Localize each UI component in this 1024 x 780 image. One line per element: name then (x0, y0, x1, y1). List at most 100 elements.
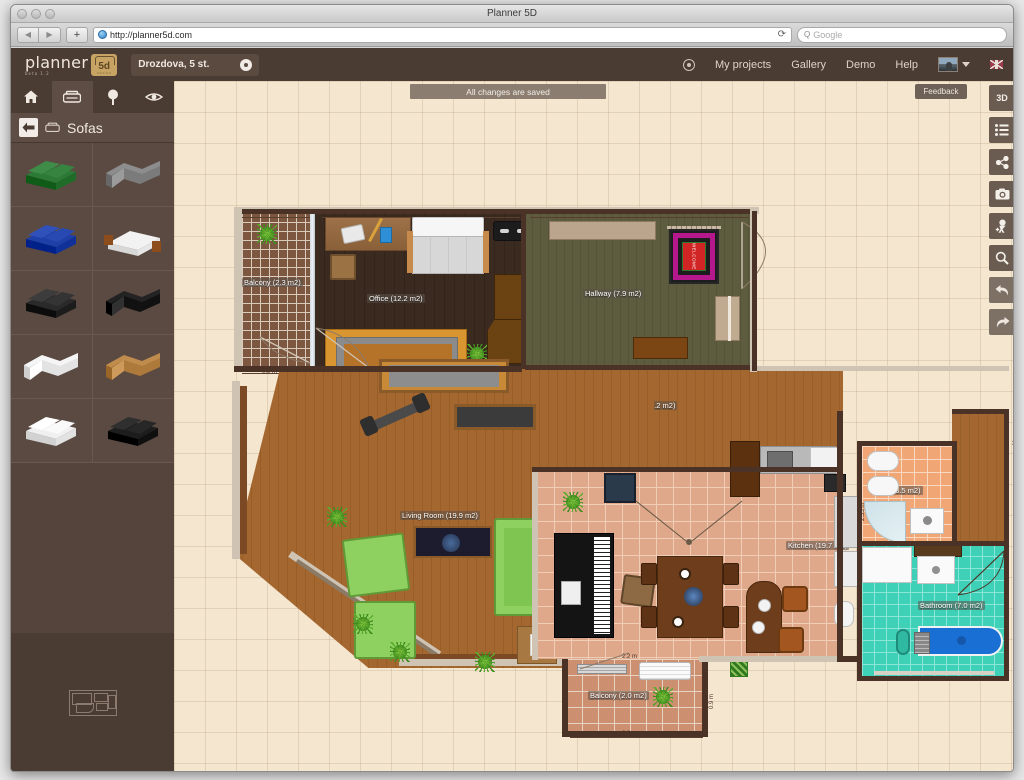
plant-balcony-bottom[interactable] (652, 686, 674, 708)
furniture-item-white-corner-sofa[interactable] (11, 335, 93, 399)
kitchen-bar[interactable] (746, 581, 782, 653)
furniture-item-black-sofa[interactable] (11, 271, 93, 335)
address-bar[interactable]: http://planner5d.com ⟳ (93, 26, 792, 43)
bathroom-vanity[interactable] (862, 547, 912, 583)
forward-button[interactable]: ▶ (39, 26, 61, 43)
furniture-item-tan-modular-sofa[interactable] (92, 335, 174, 399)
toilet-bidet[interactable] (867, 476, 899, 496)
undo-button[interactable] (989, 277, 1013, 303)
dining-chair-r2[interactable] (723, 606, 739, 628)
back-button[interactable]: ◀ (17, 26, 39, 43)
back-icon[interactable] (19, 118, 38, 137)
plant-balcony-top[interactable] (256, 223, 278, 245)
dining-chair-r1[interactable] (723, 563, 739, 585)
hallway-sideboard[interactable] (633, 337, 688, 359)
living-tv-bench[interactable] (454, 404, 536, 430)
wall-kitchen-top (532, 467, 842, 472)
nav-buttons[interactable]: ◀ ▶ (17, 26, 61, 43)
sofa-thumbnail (105, 288, 160, 316)
app-logo[interactable]: planner beta 1.2 5d DESIGN (25, 52, 118, 76)
share-button[interactable] (989, 149, 1013, 175)
office-wardrobe-a[interactable] (494, 274, 522, 320)
office-desk[interactable] (325, 217, 411, 251)
plant-living-4[interactable] (474, 651, 496, 673)
kitchen-fern[interactable] (730, 661, 748, 677)
nav-gallery[interactable]: Gallery (791, 59, 826, 71)
sidebar-tab-home[interactable] (11, 81, 52, 113)
plant-kitchen[interactable] (562, 491, 584, 513)
project-selector[interactable]: Drozdova, 5 st. (131, 53, 260, 76)
bar-stool-1[interactable] (782, 586, 808, 612)
balcony-ac-unit[interactable] (639, 662, 691, 680)
bed-side-right[interactable] (483, 231, 489, 273)
living-armchair-1[interactable] (341, 532, 411, 598)
nav-demo[interactable]: Demo (846, 59, 875, 71)
furniture-item-black-leather-sofa[interactable] (92, 399, 174, 463)
furniture-item-grey-corner-sofa[interactable] (92, 143, 174, 207)
sofa-thumbnail (24, 352, 79, 380)
redo-button[interactable] (989, 309, 1013, 335)
furniture-item-white-armchair-sofa[interactable] (11, 399, 93, 463)
bar-stool-2[interactable] (778, 627, 804, 653)
logo-word-text: planner (25, 52, 89, 72)
record-icon[interactable] (682, 58, 695, 71)
dining-chair-l2[interactable] (641, 606, 657, 628)
tree-icon (107, 89, 118, 105)
kitchen-tv[interactable] (604, 473, 636, 503)
floorplan[interactable]: Balcony (2.3 m2) 0.9 m 0.9 m Office (12.… (174, 81, 1013, 771)
logo-house-icon: 5d DESIGN (91, 53, 118, 76)
furniture-item-green-2seat-sofa[interactable] (11, 143, 93, 207)
bathroom-mat[interactable] (914, 632, 930, 654)
minimap[interactable] (11, 633, 174, 771)
zoom-button[interactable] (989, 245, 1013, 271)
wall-midline (234, 366, 522, 372)
wall-kitchen-stub (837, 656, 859, 662)
plant-living-2[interactable] (352, 613, 374, 635)
chevron-down-icon[interactable] (962, 62, 970, 67)
sofa-icon (63, 90, 82, 103)
nav-my-projects[interactable]: My projects (715, 59, 771, 71)
office-mattress[interactable] (412, 236, 484, 274)
plant-living-3[interactable] (389, 641, 411, 663)
sidebar-tab-furniture[interactable] (51, 81, 93, 113)
toilet-bowl[interactable] (867, 451, 899, 471)
desk-book[interactable] (380, 227, 392, 243)
floorplan-canvas[interactable]: All changes are saved Feedback 3D Balcon… (174, 81, 1013, 771)
logo-wordmark: planner beta 1.2 (25, 52, 89, 76)
furniture-item-black-corner-sofa[interactable] (92, 271, 174, 335)
furniture-item-blue-sofa[interactable] (11, 207, 93, 271)
sidebar-tab-view[interactable] (133, 81, 174, 113)
tv-button-l (500, 229, 509, 233)
account-menu[interactable] (938, 57, 970, 72)
dining-chair-l1[interactable] (641, 563, 657, 585)
plant-living-1[interactable] (326, 506, 348, 528)
bathroom-stool[interactable] (896, 629, 910, 655)
add-person-button[interactable] (989, 213, 1013, 239)
uk-flag-icon[interactable] (990, 60, 1003, 69)
category-title: Sofas (67, 119, 103, 136)
new-tab-button[interactable]: + (66, 26, 88, 43)
reload-icon[interactable]: ⟳ (778, 29, 786, 40)
office-bed[interactable] (412, 217, 484, 237)
sidebar-tab-plants[interactable] (92, 81, 134, 113)
screenshot-button[interactable] (989, 181, 1013, 207)
wall-balcony-bottom (562, 731, 708, 737)
wall-toilet-bottom (857, 541, 1009, 546)
category-sofa-icon (45, 122, 60, 132)
room-right-hallway[interactable] (952, 411, 1008, 544)
nav-help[interactable]: Help (895, 59, 918, 71)
office-chair[interactable] (330, 254, 356, 280)
bed-side-left[interactable] (407, 231, 413, 273)
wall-left-top (234, 207, 242, 372)
furniture-item-white-daybed[interactable] (92, 207, 174, 271)
wall-living-kitchen (532, 470, 538, 660)
hallway-shelf[interactable] (549, 221, 656, 240)
office-wardrobe-b[interactable] (487, 319, 522, 364)
wall-right-top-i (752, 211, 757, 371)
wall-kitchen-bottom (699, 656, 844, 662)
list-button[interactable] (989, 117, 1013, 143)
3d-view-button[interactable]: 3D (989, 85, 1013, 111)
gear-icon[interactable] (240, 58, 253, 71)
wall-bath-tub-edge (874, 671, 994, 675)
browser-search-input[interactable]: Q Google (797, 26, 1007, 43)
